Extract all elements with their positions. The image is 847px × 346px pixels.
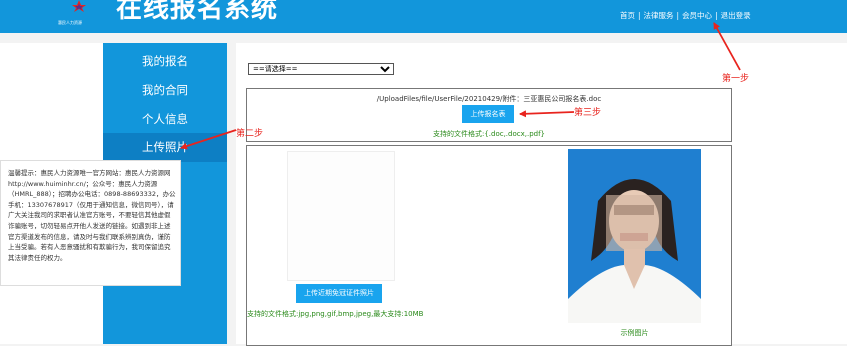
nav-home-link[interactable]: 首页: [620, 11, 635, 20]
step3-label: 第三步: [574, 108, 602, 118]
warm-notice: 温馨提示：惠民人力资源唯一官方网站：惠民人力资源网http://www.huim…: [0, 160, 181, 286]
sample-photo-caption: 示例图片: [620, 329, 649, 337]
nav-member-center-link[interactable]: 会员中心: [682, 11, 712, 20]
logo-mark-icon: [72, 0, 86, 12]
photo-upload-section: 上传近期免冠证件照片 支持的文件格式:jpg,png,gif,bmp,jpeg,…: [246, 145, 732, 346]
nav-logout-link[interactable]: 退出登录: [721, 11, 751, 20]
uploaded-file-path: /UploadFiles/file/UserFile/20210429/附件：三…: [376, 95, 602, 103]
sidebar-item-my-contract[interactable]: 我的合同: [103, 76, 227, 105]
photo-format-hint: 支持的文件格式:jpg,png,gif,bmp,jpeg,最大支持:10MB: [247, 310, 424, 318]
sidebar-item-upload-photo[interactable]: 上传照片: [103, 133, 227, 162]
form-upload-section: /UploadFiles/file/UserFile/20210429/附件：三…: [246, 88, 732, 142]
sidebar-item-personal-info[interactable]: 个人信息: [103, 105, 227, 134]
form-format-hint: 支持的文件格式:{.doc,.docx,.pdf}: [432, 130, 546, 138]
nav-legal-link[interactable]: 法律服务: [644, 11, 674, 20]
step2-label: 第二步: [236, 129, 264, 139]
registration-type-select[interactable]: ==请选择==: [248, 63, 394, 75]
sample-photo: [568, 149, 701, 323]
photo-preview: [287, 151, 395, 281]
top-nav: 首页 | 法律服务 | 会员中心 | 退出登录: [620, 11, 751, 20]
site-title: 在线报名系统: [116, 0, 279, 24]
site-logo[interactable]: 惠民人力资源: [58, 0, 108, 33]
step1-label: 第一步: [722, 74, 750, 84]
sidebar-item-my-registration[interactable]: 我的报名: [103, 47, 227, 76]
upload-photo-button[interactable]: 上传近期免冠证件照片: [296, 284, 382, 303]
logo-text: 惠民人力资源: [58, 20, 82, 25]
header-bar: 惠民人力资源 在线报名系统 首页 | 法律服务 | 会员中心 | 退出登录: [0, 0, 847, 33]
upload-form-button[interactable]: 上传报名表: [462, 105, 514, 123]
